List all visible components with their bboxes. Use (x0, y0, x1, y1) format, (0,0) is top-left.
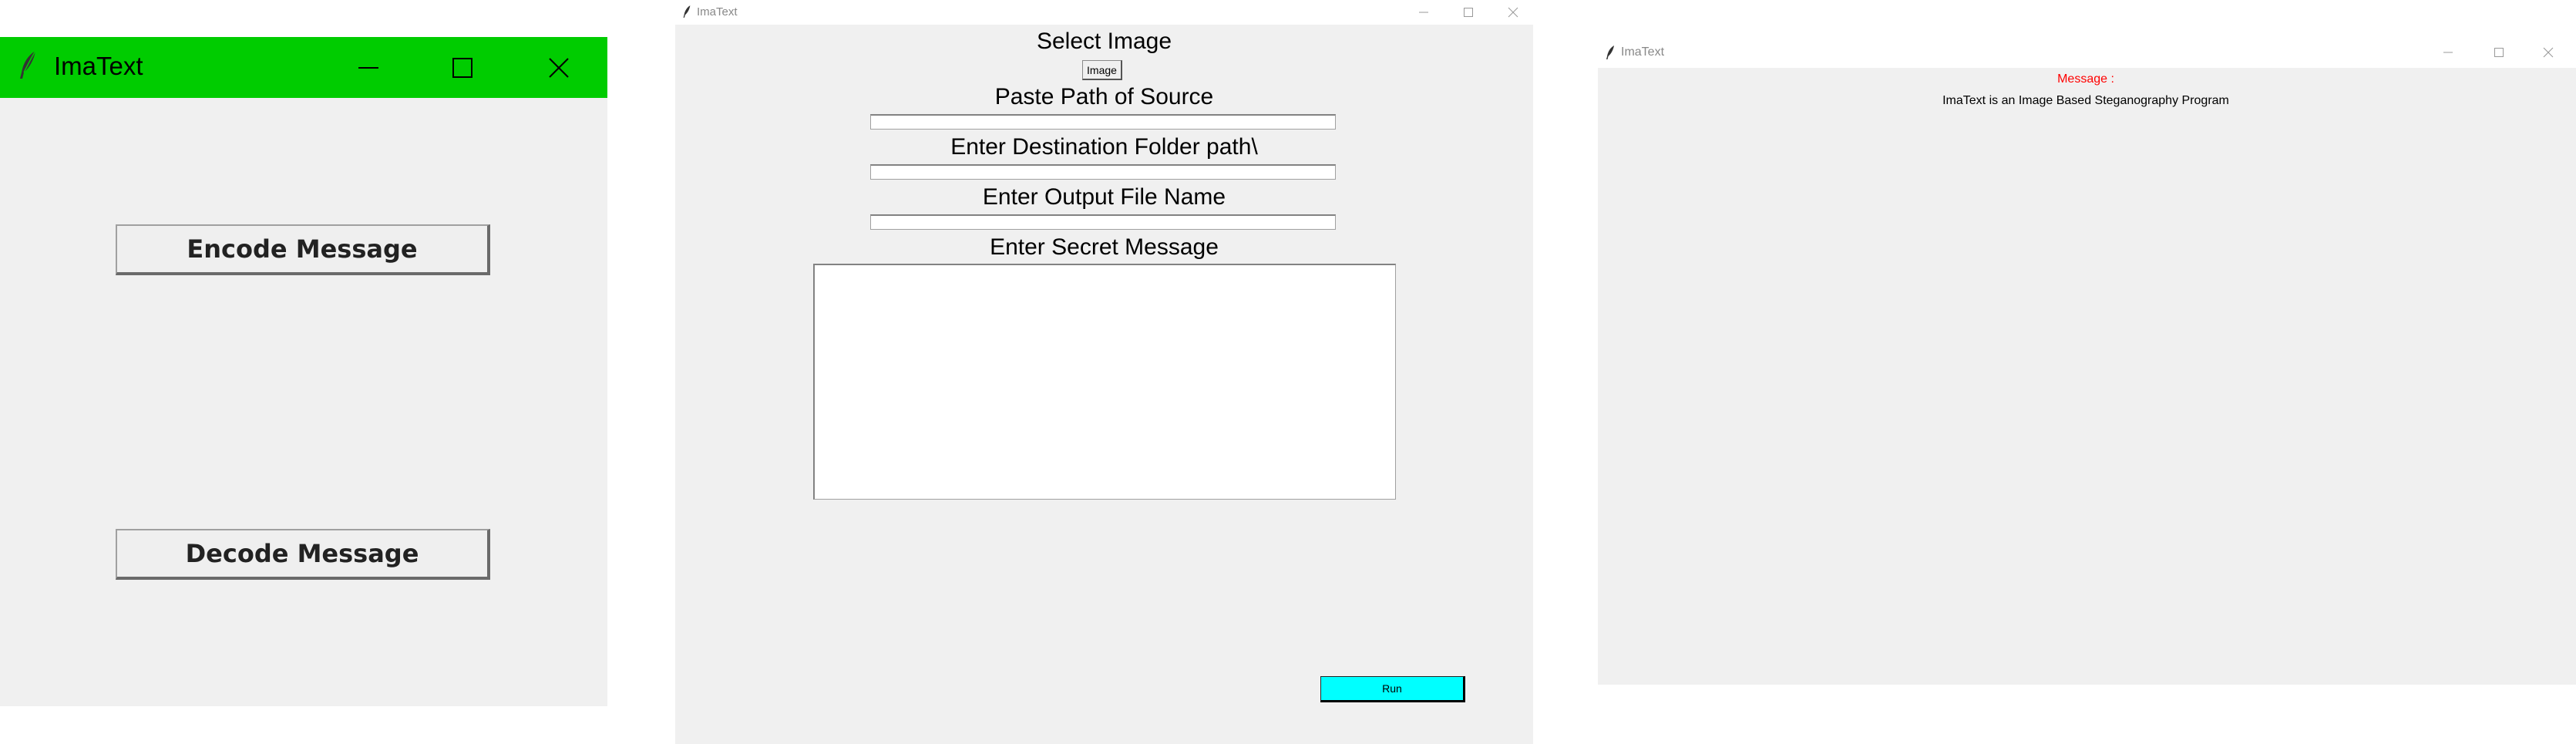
encode-message-button[interactable]: Encode Message (116, 224, 490, 275)
encode-form-window: ImaText Select Image Image Paste Path of… (675, 0, 1533, 744)
maximize-icon[interactable] (420, 37, 505, 98)
output-file-name-input[interactable] (870, 214, 1336, 230)
secret-message-label: Enter Secret Message (990, 234, 1219, 260)
source-path-input[interactable] (870, 114, 1336, 130)
feather-icon (681, 4, 692, 23)
run-button[interactable]: Run (1320, 676, 1465, 702)
minimize-icon[interactable] (2423, 37, 2473, 68)
window-title: ImaText (1621, 45, 1665, 59)
title-bar[interactable]: ImaText (1598, 37, 2576, 68)
output-file-name-label: Enter Output File Name (982, 184, 1226, 210)
close-icon[interactable] (1491, 0, 1533, 25)
source-path-label: Paste Path of Source (994, 84, 1214, 109)
select-image-label: Select Image (1036, 29, 1172, 54)
decode-message-button[interactable]: Decode Message (116, 529, 490, 580)
maximize-icon[interactable] (1446, 0, 1491, 25)
destination-folder-label: Enter Destination Folder path\ (950, 134, 1258, 160)
window-title: ImaText (697, 5, 738, 19)
minimize-icon[interactable] (1401, 0, 1446, 25)
secret-message-textarea[interactable] (813, 264, 1396, 500)
main-menu-window: ImaText Encode Message Decode Message (0, 37, 607, 706)
title-bar[interactable]: ImaText (0, 37, 607, 98)
feather-icon (1604, 44, 1616, 65)
close-icon[interactable] (2523, 37, 2574, 68)
message-text: ImaText is an Image Based Steganography … (1942, 94, 2229, 107)
message-label: Message : (2057, 72, 2114, 86)
destination-folder-input[interactable] (870, 164, 1336, 180)
image-button[interactable]: Image (1082, 60, 1122, 80)
maximize-icon[interactable] (2473, 37, 2524, 68)
window-title: ImaText (54, 52, 143, 80)
title-bar[interactable]: ImaText (675, 0, 1533, 25)
close-icon[interactable] (516, 37, 601, 98)
minimize-icon[interactable] (326, 37, 411, 98)
feather-icon (15, 49, 40, 84)
message-window: ImaText Message : ImaText is an Image Ba… (1598, 37, 2576, 685)
